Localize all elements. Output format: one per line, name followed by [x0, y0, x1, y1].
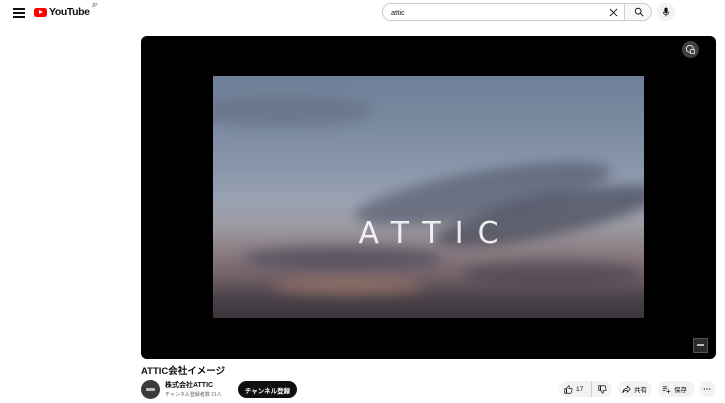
logo-text: YouTube	[49, 6, 90, 18]
more-actions-button[interactable]	[699, 381, 715, 397]
clear-icon[interactable]	[609, 8, 618, 17]
more-icon	[703, 388, 711, 390]
video-frame[interactable]: ATTIC	[213, 76, 644, 318]
menu-icon[interactable]	[11, 5, 27, 21]
share-label: 共有	[634, 387, 647, 394]
save-label: 保存	[674, 387, 687, 394]
dislike-icon	[597, 384, 606, 394]
watermark-glyph	[697, 344, 704, 346]
share-button[interactable]: 共有	[618, 381, 652, 397]
cloud	[213, 96, 373, 126]
share-icon	[622, 384, 631, 393]
youtube-logo[interactable]: YouTube JP	[34, 3, 98, 20]
voice-search-button[interactable]	[657, 3, 675, 21]
save-button[interactable]: 保存	[658, 381, 695, 397]
masthead: YouTube JP	[0, 0, 725, 26]
search-bar	[382, 3, 652, 21]
search-box	[382, 3, 624, 21]
cloud	[463, 261, 643, 287]
channel-watermark-icon[interactable]	[693, 338, 708, 353]
video-player[interactable]: ATTIC	[141, 36, 716, 359]
ambient-glyph	[685, 44, 695, 54]
owner-section: 株式会社ATTIC チャンネル登録者数 21人	[141, 378, 222, 400]
like-button[interactable]: 17	[559, 381, 592, 397]
channel-name[interactable]: 株式会社ATTIC	[165, 380, 222, 390]
search-input[interactable]	[391, 8, 591, 17]
channel-info: 株式会社ATTIC チャンネル登録者数 21人	[165, 380, 222, 398]
search-icon	[634, 7, 644, 17]
save-icon	[662, 386, 671, 393]
search-button[interactable]	[624, 3, 652, 21]
ambient-mode-icon[interactable]	[682, 41, 699, 58]
like-icon	[564, 384, 573, 394]
video-title: ATTIC会社イメージ	[141, 366, 226, 377]
subscribe-button[interactable]: チャンネル登録	[238, 381, 297, 398]
country-code: JP	[91, 3, 98, 9]
mic-icon	[662, 7, 670, 17]
sunset-glow	[273, 276, 423, 296]
youtube-logo-icon	[34, 7, 47, 17]
like-count: 17	[576, 385, 584, 393]
avatar[interactable]	[141, 379, 160, 399]
like-dislike-group: 17	[559, 381, 612, 397]
subscriber-count: チャンネル登録者数 21人	[165, 392, 222, 398]
dislike-button[interactable]	[592, 381, 612, 397]
video-overlay-text: ATTIC	[358, 216, 513, 251]
